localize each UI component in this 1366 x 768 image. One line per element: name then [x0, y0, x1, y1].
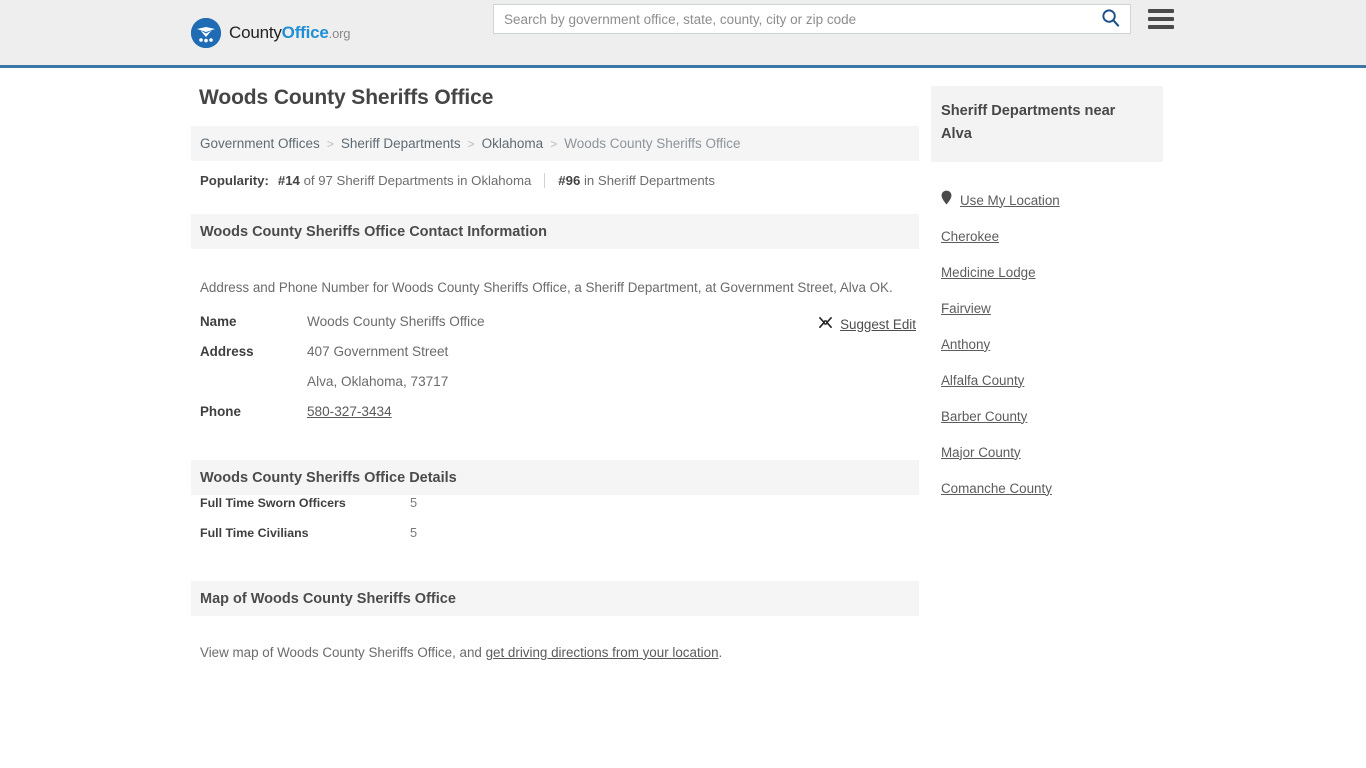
sidebar-item-major-county[interactable]: Major County — [931, 434, 1163, 470]
contact-row-address-line2: Alva, Oklahoma, 73717 — [307, 374, 449, 390]
sidebar-item-alfalfa-county[interactable]: Alfalfa County — [931, 362, 1163, 398]
breadcrumb-item-sheriff-departments[interactable]: Sheriff Departments — [341, 136, 461, 151]
breadcrumb-item-government-offices[interactable]: Government Offices — [200, 136, 320, 151]
contact-row-phone: Phone 580-327-3434 — [200, 404, 910, 434]
sidebar-item-comanche-county[interactable]: Comanche County — [931, 470, 1163, 506]
contact-row-phone-value-wrap: 580-327-3434 — [307, 404, 392, 419]
contact-details-table: Suggest Edit Name Woods County Sheriffs … — [191, 314, 919, 434]
main-column: Woods County Sheriffs Office Government … — [191, 86, 919, 673]
map-note-prefix: View map of Woods County Sheriffs Office… — [200, 644, 486, 660]
popularity-label: Popularity: — [200, 173, 269, 188]
sidebar-link-alfalfa-county[interactable]: Alfalfa County — [941, 373, 1024, 388]
sidebar-link-barber-county[interactable]: Barber County — [941, 409, 1027, 424]
breadcrumb: Government Offices > Sheriff Departments… — [191, 126, 919, 161]
detail-value-sworn-officers: 5 — [410, 495, 418, 511]
popularity-state-rank: #14 of 97 Sheriff Departments in Oklahom… — [278, 173, 531, 188]
contact-row-address-key: Address — [200, 344, 254, 360]
detail-key-civilians: Full Time Civilians — [200, 526, 309, 541]
breadcrumb-separator-icon: > — [326, 136, 334, 151]
hamburger-bar — [1148, 9, 1174, 13]
popularity-overall-rank-text: in Sheriff Departments — [583, 173, 715, 188]
breadcrumb-separator-icon: > — [467, 136, 475, 151]
detail-row-sworn-officers: Full Time Sworn Officers 5 — [191, 495, 919, 525]
sidebar-heading: Sheriff Departments near Alva — [931, 86, 1163, 162]
brand-wordmark: CountyOffice.org — [229, 23, 350, 43]
site-logo-link[interactable]: CountyOffice.org — [191, 18, 350, 48]
header-inner: CountyOffice.org — [183, 0, 1183, 65]
breadcrumb-item-current: Woods County Sheriffs Office — [564, 136, 741, 151]
brand-text-org: .org — [328, 26, 351, 41]
sidebar-item-fairview[interactable]: Fairview — [931, 290, 1163, 326]
popularity-row: Popularity: #14 of 97 Sheriff Department… — [191, 161, 919, 188]
driving-directions-link[interactable]: get driving directions from your locatio… — [486, 645, 719, 660]
detail-value-civilians: 5 — [410, 525, 418, 541]
search-bar[interactable] — [493, 4, 1131, 34]
popularity-state-rank-value: #14 — [277, 173, 300, 188]
hamburger-menu-icon[interactable] — [1148, 5, 1176, 33]
sidebar-item-barber-county[interactable]: Barber County — [931, 398, 1163, 434]
search-input[interactable] — [494, 5, 1090, 33]
detail-key-sworn-officers: Full Time Sworn Officers — [200, 496, 346, 511]
contact-row-name-value: Woods County Sheriffs Office — [307, 314, 485, 330]
map-pin-icon — [941, 190, 952, 210]
sidebar-link-medicine-lodge[interactable]: Medicine Lodge — [941, 265, 1036, 280]
contact-row-address-line1: 407 Government Street — [307, 344, 449, 360]
sidebar-item-anthony[interactable]: Anthony — [931, 326, 1163, 362]
sidebar-link-comanche-county[interactable]: Comanche County — [941, 481, 1052, 496]
breadcrumb-separator-icon: > — [550, 136, 558, 151]
contact-row-name-key: Name — [200, 314, 237, 330]
contact-row-address-city: Alva, Oklahoma, 73717 — [200, 374, 910, 404]
map-note-suffix: . — [718, 644, 723, 660]
brand-text-county: County — [229, 23, 282, 42]
brand-text-office: Office — [281, 23, 329, 42]
sidebar-item-cherokee[interactable]: Cherokee — [931, 218, 1163, 254]
suggest-edit-button[interactable]: Suggest Edit — [818, 315, 916, 333]
suggest-edit-label: Suggest Edit — [840, 316, 916, 332]
sidebar-link-cherokee[interactable]: Cherokee — [941, 229, 999, 244]
popularity-overall-rank-value: #96 — [558, 173, 581, 188]
edit-pencil-icon — [818, 315, 833, 333]
sidebar-link-major-county[interactable]: Major County — [941, 445, 1021, 460]
contact-section-heading: Woods County Sheriffs Office Contact Inf… — [191, 214, 919, 249]
breadcrumb-item-oklahoma[interactable]: Oklahoma — [482, 136, 544, 151]
detail-row-civilians: Full Time Civilians 5 — [191, 525, 919, 555]
sidebar-link-anthony[interactable]: Anthony — [941, 337, 990, 352]
page-title: Woods County Sheriffs Office — [199, 86, 494, 109]
phone-link[interactable]: 580-327-3434 — [307, 404, 392, 419]
contact-row-phone-key: Phone — [200, 404, 241, 420]
page-container: Woods County Sheriffs Office Government … — [183, 68, 1183, 660]
site-header: CountyOffice.org — [0, 0, 1366, 68]
sidebar-item-use-my-location[interactable]: Use My Location — [931, 182, 1163, 218]
search-icon — [1101, 8, 1120, 30]
eagle-shield-logo-icon — [191, 18, 221, 48]
popularity-overall-rank: #96 in Sheriff Departments — [558, 173, 715, 188]
contact-lead-text: Address and Phone Number for Woods Count… — [200, 280, 893, 296]
details-section-heading: Woods County Sheriffs Office Details — [191, 460, 919, 496]
hamburger-bar — [1148, 17, 1174, 21]
contact-row-address: Address 407 Government Street — [200, 344, 910, 374]
sidebar-links-list: Use My Location Cherokee Medicine Lodge … — [931, 182, 1163, 506]
map-section-heading: Map of Woods County Sheriffs Office — [191, 581, 919, 617]
map-note: View map of Woods County Sheriffs Office… — [191, 630, 919, 660]
search-button[interactable] — [1090, 5, 1130, 33]
contact-row-name: Name Woods County Sheriffs Office — [200, 314, 910, 344]
popularity-state-rank-text: of 97 Sheriff Departments in Oklahoma — [303, 173, 532, 188]
sidebar-item-medicine-lodge[interactable]: Medicine Lodge — [931, 254, 1163, 290]
hamburger-bar — [1148, 25, 1174, 29]
sidebar-link-fairview[interactable]: Fairview — [941, 301, 991, 316]
popularity-divider — [544, 173, 546, 188]
sidebar: Sheriff Departments near Alva Use My Loc… — [931, 86, 1163, 506]
use-my-location-link[interactable]: Use My Location — [960, 193, 1060, 208]
